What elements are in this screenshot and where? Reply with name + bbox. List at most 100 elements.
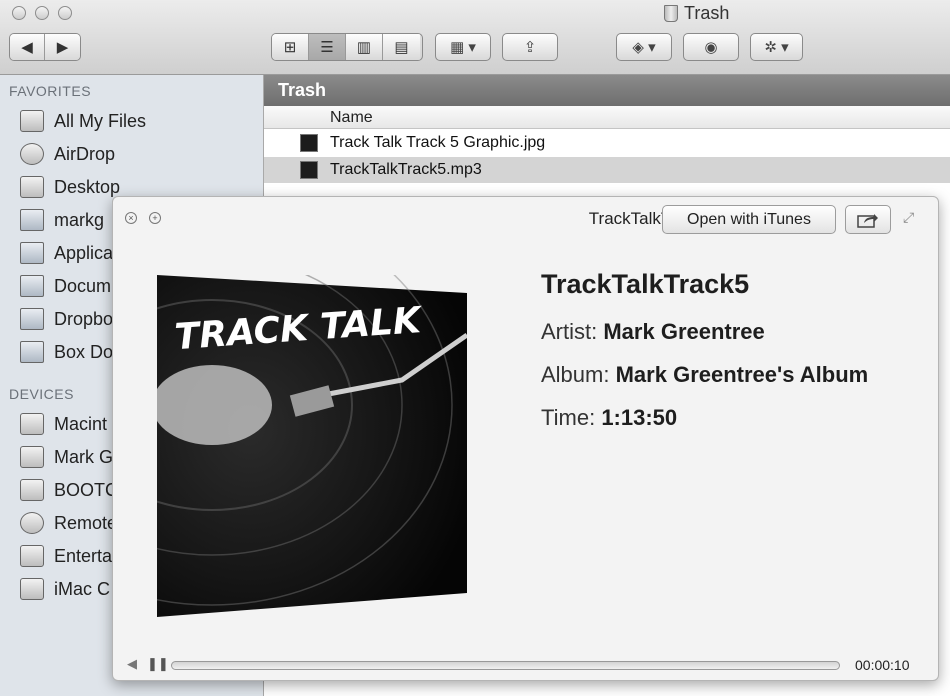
- sidebar-item-label: BOOTC: [54, 479, 119, 500]
- file-name: TrackTalkTrack5.mp3: [330, 161, 482, 178]
- track-title: TrackTalkTrack5: [541, 269, 750, 299]
- album-artwork: TRACK TALK: [157, 275, 467, 617]
- quicklook-share-button[interactable]: [845, 205, 891, 234]
- eye-icon: ◉: [704, 39, 718, 56]
- hard-drive-icon: [20, 479, 44, 501]
- quicklook-panel: × + TrackTalkTrack5.mp3 Open with iTunes…: [112, 196, 939, 681]
- minimize-window-button[interactable]: [35, 6, 49, 20]
- icon-view-icon: ⊞: [283, 39, 297, 56]
- sidebar-item-bootcamp[interactable]: BOOTC: [20, 475, 118, 505]
- list-view-button[interactable]: ☰: [309, 34, 346, 60]
- sidebar-item-label: Applica: [54, 242, 114, 263]
- file-row[interactable]: Track Talk Track 5 Graphic.jpg: [264, 130, 950, 156]
- sidebar-item-macintosh[interactable]: Macint: [20, 409, 107, 439]
- sidebar-item-label: Docum: [54, 275, 112, 296]
- artist-value: Mark Greentree: [603, 319, 765, 344]
- forward-button[interactable]: ▶: [45, 34, 80, 60]
- title-bar: Trash ◀ ▶ ⊞ ☰ ▥ ▤ ▦ ▾ ⇪ ◈ ▾ ◉ ✲ ▾: [0, 0, 950, 75]
- quicklook-title: TrackTalkTrack5.mp3: [113, 209, 750, 229]
- view-mode-control: ⊞ ☰ ▥ ▤: [271, 33, 423, 61]
- hard-drive-icon: [20, 413, 44, 435]
- sidebar-item-all-my-files[interactable]: All My Files: [20, 106, 146, 136]
- album-label: Album:: [541, 362, 610, 387]
- external-drive-icon: [20, 545, 44, 567]
- share-icon: [857, 213, 878, 228]
- album-line: Album: Mark Greentree's Album: [541, 362, 868, 388]
- time-label: Time:: [541, 405, 596, 430]
- sidebar-item-imac[interactable]: iMac C: [20, 574, 110, 604]
- sidebar-item-label: Box Do: [54, 341, 114, 362]
- column-view-icon: ▥: [356, 39, 372, 56]
- path-bar: Trash: [264, 75, 950, 106]
- dropbox-icon: ◈ ▾: [632, 39, 656, 56]
- icon-view-button[interactable]: ⊞: [272, 34, 309, 60]
- volume-icon[interactable]: ◀: [127, 656, 137, 672]
- display-icon: [20, 446, 44, 468]
- time-line: Time: 1:13:50: [541, 405, 677, 431]
- dropbox-button[interactable]: ◈ ▾: [616, 33, 672, 61]
- external-drive-icon: [20, 578, 44, 600]
- playback-scrubber[interactable]: [171, 661, 840, 670]
- file-row-selected[interactable]: TrackTalkTrack5.mp3: [264, 157, 950, 183]
- desktop-icon: [20, 176, 44, 198]
- file-name: Track Talk Track 5 Graphic.jpg: [330, 134, 546, 151]
- sidebar-item-box-documents[interactable]: Box Do: [20, 337, 113, 367]
- artist-label: Artist:: [541, 319, 598, 344]
- artist-line: Artist: Mark Greentree: [541, 319, 765, 345]
- quicklook-button[interactable]: ◉: [683, 33, 739, 61]
- back-button[interactable]: ◀: [10, 34, 45, 60]
- close-window-button[interactable]: [12, 6, 26, 20]
- gear-icon: ✲ ▾: [764, 39, 789, 56]
- back-arrow-icon: ◀: [21, 39, 33, 56]
- image-file-icon: [300, 134, 318, 152]
- sidebar-item-label: Mark G: [54, 446, 114, 467]
- sidebar-item-label: Macint: [54, 413, 108, 434]
- audio-file-icon: [300, 161, 318, 179]
- playback-time: 00:00:10: [855, 657, 910, 673]
- column-view-button[interactable]: ▥: [346, 34, 383, 60]
- documents-icon: [20, 275, 44, 297]
- sidebar-item-remote-disc[interactable]: Remote: [20, 508, 117, 538]
- share-icon: ⇪: [523, 39, 537, 56]
- action-button[interactable]: ✲ ▾: [750, 33, 803, 61]
- arrange-icon: ▦ ▾: [450, 39, 476, 56]
- sidebar-item-label: All My Files: [54, 110, 147, 131]
- sidebar-item-entertainment[interactable]: Enterta: [20, 541, 112, 571]
- arrange-button[interactable]: ▦ ▾: [435, 33, 491, 61]
- sidebar-item-desktop[interactable]: Desktop: [20, 172, 120, 202]
- window-title-text: Trash: [684, 3, 730, 23]
- sidebar-item-documents[interactable]: Docum: [20, 271, 111, 301]
- album-value: Mark Greentree's Album: [615, 362, 869, 387]
- sidebar-item-mark-computer[interactable]: Mark G: [20, 442, 113, 472]
- applications-icon: [20, 242, 44, 264]
- airdrop-icon: [20, 143, 44, 165]
- sidebar-item-label: iMac C: [54, 578, 111, 599]
- coverflow-view-icon: ▤: [394, 39, 409, 56]
- sidebar-item-label: Remote: [54, 512, 118, 533]
- disc-icon: [20, 512, 44, 534]
- audio-player: ◀ ❚❚ 00:00:10: [123, 656, 928, 674]
- sidebar-item-label: Desktop: [54, 176, 121, 197]
- pause-icon[interactable]: ❚❚: [147, 656, 169, 672]
- sidebar-item-label: Enterta: [54, 545, 113, 566]
- sidebar-item-airdrop[interactable]: AirDrop: [20, 139, 115, 169]
- zoom-window-button[interactable]: [58, 6, 72, 20]
- coverflow-view-button[interactable]: ▤: [383, 34, 420, 60]
- trash-icon: [664, 5, 678, 22]
- devices-header: DEVICES: [9, 386, 74, 402]
- window-title: Trash: [664, 3, 729, 24]
- sidebar-item-applications[interactable]: Applica: [20, 238, 113, 268]
- name-column-header[interactable]: Name: [264, 106, 950, 129]
- sidebar-item-label: Dropbo: [54, 308, 114, 329]
- favorites-header: FAVORITES: [9, 83, 92, 99]
- share-button[interactable]: ⇪: [502, 33, 558, 61]
- open-with-itunes-button[interactable]: Open with iTunes: [662, 205, 836, 234]
- expand-icon[interactable]: ⤢: [903, 209, 914, 226]
- dropbox-icon: [20, 308, 44, 330]
- sidebar-item-dropbox[interactable]: Dropbo: [20, 304, 113, 334]
- sidebar-item-home[interactable]: markg: [20, 205, 104, 235]
- folder-icon: [20, 341, 44, 363]
- time-value: 1:13:50: [601, 405, 678, 430]
- back-forward-control: ◀ ▶: [9, 33, 81, 61]
- sidebar-item-label: AirDrop: [54, 143, 116, 164]
